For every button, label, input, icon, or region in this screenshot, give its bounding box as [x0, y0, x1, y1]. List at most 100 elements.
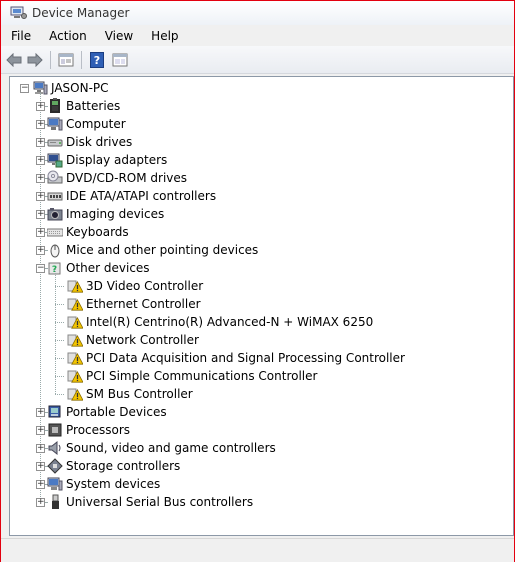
menu-help[interactable]: Help — [142, 29, 187, 43]
expand-toggle[interactable]: + — [36, 120, 45, 129]
tree-category-processors[interactable]: + Processors — [36, 421, 130, 439]
processor-icon — [47, 422, 63, 438]
expand-toggle[interactable]: + — [36, 192, 45, 201]
tree-root[interactable]: − JASON-PC — [20, 79, 109, 97]
warning-device-icon — [67, 332, 84, 348]
expand-toggle[interactable]: + — [36, 156, 45, 165]
tree-category-storage-controllers[interactable]: + Storage controllers — [36, 457, 180, 475]
title-bar[interactable]: Device Manager — [1, 1, 514, 25]
menu-file[interactable]: File — [1, 29, 40, 43]
expand-toggle[interactable]: + — [36, 246, 45, 255]
status-bar — [1, 538, 514, 562]
forward-icon[interactable] — [25, 51, 45, 69]
expand-toggle[interactable]: + — [36, 462, 45, 471]
toolbar-separator — [50, 50, 51, 69]
tree-category-label: Disk drives — [66, 135, 133, 149]
tree-category-label: Processors — [66, 423, 131, 437]
dvd-icon — [47, 170, 63, 186]
tree-category-sound-video-and-game-controllers[interactable]: + Sound, video and game controllers — [36, 439, 276, 457]
expand-toggle[interactable]: + — [36, 174, 45, 183]
tree-category-batteries[interactable]: + Batteries — [36, 97, 120, 115]
collapse-toggle[interactable]: − — [36, 264, 45, 273]
tree-connector — [55, 376, 64, 377]
keyboard-icon — [46, 224, 64, 240]
tree-category-label: IDE ATA/ATAPI controllers — [66, 189, 217, 203]
tree-category-system-devices[interactable]: + System devices — [36, 475, 160, 493]
tree-category-display-adapters[interactable]: + Display adapters — [36, 151, 167, 169]
tree-category-imaging-devices[interactable]: + Imaging devices — [36, 205, 164, 223]
storage-icon — [47, 458, 63, 474]
tree-category-label: Sound, video and game controllers — [66, 441, 276, 455]
tree-category-label: Batteries — [66, 99, 121, 113]
view-icon[interactable] — [110, 51, 130, 69]
tree-connector — [55, 304, 64, 305]
device-tree[interactable]: − JASON-PC + Batteries + Computer + Disk driv… — [9, 76, 514, 536]
tree-category-portable-devices[interactable]: + Portable Devices — [36, 403, 167, 421]
tree-device-label: Intel(R) Centrino(R) Advanced-N + WiMAX … — [86, 315, 374, 329]
tree-device-label: Network Controller — [86, 333, 199, 347]
tree-category-label: Mice and other pointing devices — [66, 243, 259, 257]
tree-device-item[interactable]: Network Controller — [55, 331, 199, 349]
tree-device-item[interactable]: 3D Video Controller — [55, 277, 203, 295]
properties-icon[interactable] — [56, 51, 76, 69]
expand-toggle[interactable]: + — [36, 138, 45, 147]
tree-category-ide-ata-atapi-controllers[interactable]: + IDE ATA/ATAPI controllers — [36, 187, 216, 205]
expand-toggle[interactable]: + — [36, 444, 45, 453]
tree-connector — [55, 269, 56, 394]
device-manager-icon — [10, 6, 27, 20]
tree-connector — [55, 322, 64, 323]
tree-device-item[interactable]: SM Bus Controller — [55, 385, 193, 403]
expand-toggle[interactable]: + — [36, 426, 45, 435]
tree-category-universal-serial-bus-controllers[interactable]: + Universal Serial Bus controllers — [36, 493, 253, 511]
tree-device-label: 3D Video Controller — [86, 279, 204, 293]
warning-device-icon — [67, 368, 84, 384]
root-label: JASON-PC — [51, 81, 109, 95]
tree-category-other-devices[interactable]: −? Other devices — [36, 259, 150, 277]
warning-device-icon — [67, 350, 84, 366]
expand-toggle[interactable]: + — [36, 480, 45, 489]
tree-category-label: Display adapters — [66, 153, 168, 167]
expand-toggle[interactable]: + — [36, 102, 45, 111]
tree-category-mice-and-other-pointing-devices[interactable]: + Mice and other pointing devices — [36, 241, 258, 259]
tree-device-item[interactable]: Ethernet Controller — [55, 295, 201, 313]
tree-connector — [55, 358, 64, 359]
expand-toggle[interactable]: + — [36, 228, 45, 237]
tree-category-label: Storage controllers — [66, 459, 181, 473]
tree-category-label: DVD/CD-ROM drives — [66, 171, 188, 185]
warning-device-icon — [67, 296, 84, 312]
warning-device-icon — [67, 314, 84, 330]
warning-device-icon — [67, 278, 84, 294]
usb-icon — [47, 494, 63, 510]
disk-icon — [47, 134, 63, 150]
expand-toggle[interactable]: + — [36, 408, 45, 417]
battery-icon — [47, 98, 63, 114]
tree-category-label: System devices — [66, 477, 161, 491]
tree-category-disk-drives[interactable]: + Disk drives — [36, 133, 132, 151]
expand-toggle[interactable]: + — [36, 210, 45, 219]
tree-category-computer[interactable]: + Computer — [36, 115, 126, 133]
tree-category-dvd-cd-rom-drives[interactable]: + DVD/CD-ROM drives — [36, 169, 187, 187]
tree-category-label: Imaging devices — [66, 207, 165, 221]
expand-toggle[interactable]: + — [36, 498, 45, 507]
tree-device-item[interactable]: PCI Data Acquisition and Signal Processi… — [55, 349, 405, 367]
device-manager-window: Device Manager File Action View Help ? − — [0, 0, 515, 562]
portable-icon — [47, 404, 63, 420]
display-icon — [47, 152, 63, 168]
tree-category-label: Computer — [66, 117, 126, 131]
tree-device-label: PCI Data Acquisition and Signal Processi… — [86, 351, 405, 365]
ide-icon — [47, 188, 63, 204]
toolbar-separator — [81, 50, 82, 69]
tree-category-keyboards[interactable]: + Keyboards — [36, 223, 129, 241]
tree-device-item[interactable]: Intel(R) Centrino(R) Advanced-N + WiMAX … — [55, 313, 373, 331]
menu-view[interactable]: View — [96, 29, 142, 43]
menu-bar: File Action View Help — [1, 25, 514, 46]
menu-action[interactable]: Action — [40, 29, 96, 43]
speaker-icon — [47, 440, 63, 456]
back-icon[interactable] — [4, 51, 24, 69]
collapse-toggle[interactable]: − — [20, 84, 29, 93]
help-icon[interactable]: ? — [87, 51, 107, 69]
tree-device-label: Ethernet Controller — [86, 297, 201, 311]
tree-device-item[interactable]: PCI Simple Communications Controller — [55, 367, 317, 385]
mouse-icon — [47, 242, 63, 258]
tree-connector — [55, 340, 64, 341]
